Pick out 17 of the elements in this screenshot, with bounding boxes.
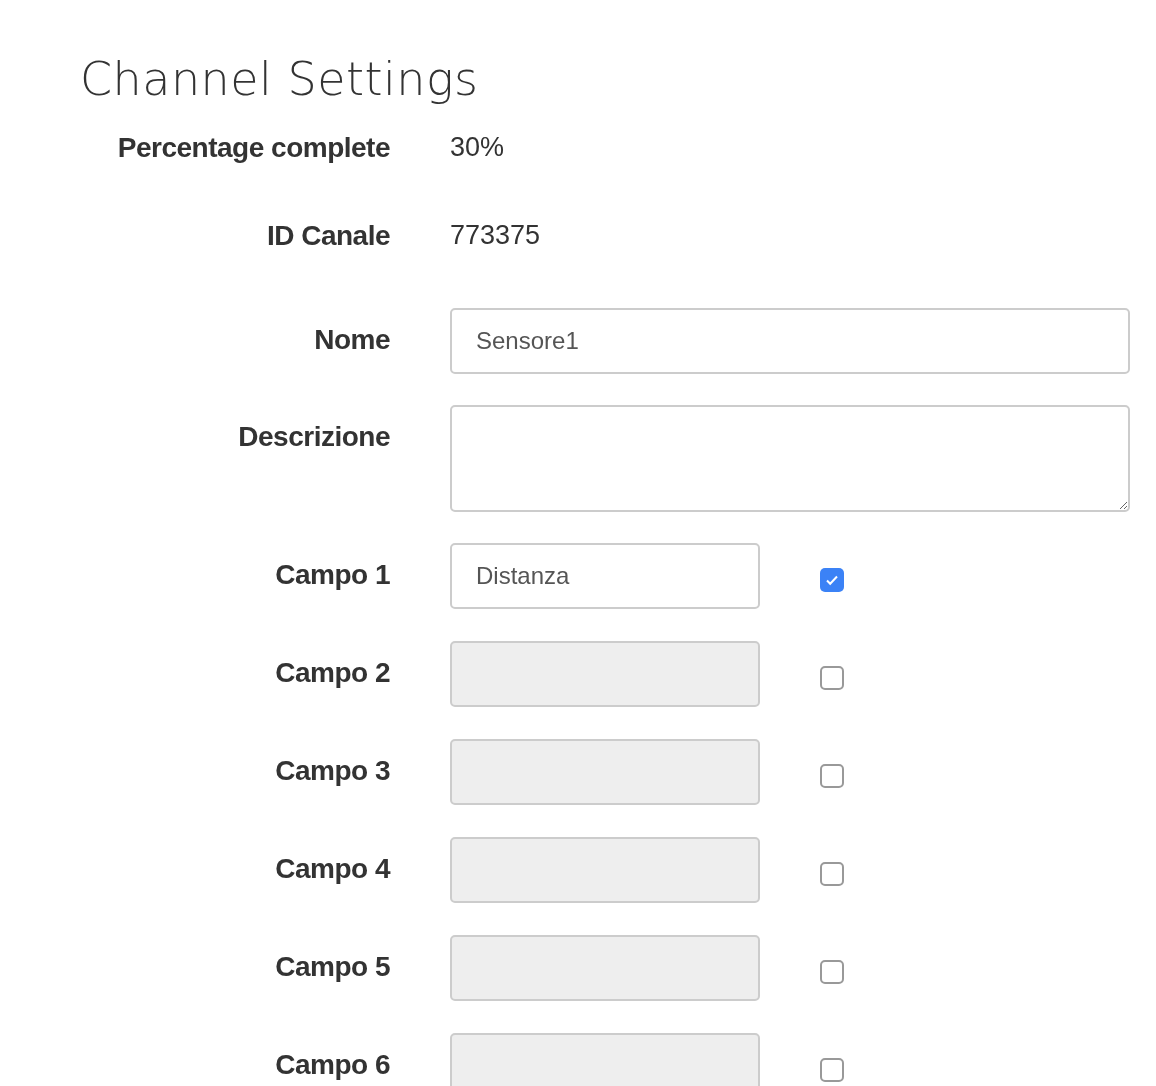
field-value: 30% — [450, 132, 506, 163]
field-input[interactable]: Distanza — [450, 543, 760, 609]
checkbox[interactable] — [820, 568, 844, 592]
field-label: Campo 4 — [275, 852, 390, 885]
field-label: Percentage complete — [117, 132, 390, 164]
description-textarea[interactable] — [450, 405, 1130, 512]
field-label: Nome — [314, 323, 390, 356]
field-label: Campo 6 — [275, 1048, 390, 1081]
name-input[interactable]: Sensore1 — [450, 308, 1130, 374]
field-label: Campo 2 — [275, 656, 390, 689]
field-label: Campo 3 — [275, 754, 390, 787]
field-label: Campo 1 — [275, 558, 390, 591]
page-title: Channel Settings — [80, 52, 480, 106]
field-value: 773375 — [450, 220, 542, 251]
field-label: Descrizione — [238, 420, 390, 453]
field-label: ID Canale — [266, 220, 390, 252]
field-label: Campo 5 — [275, 950, 390, 983]
